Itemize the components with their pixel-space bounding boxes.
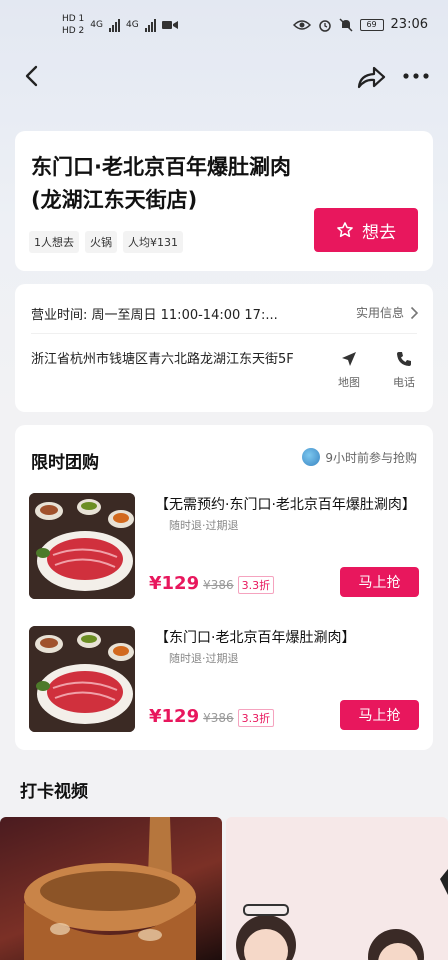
deals-heading: 限时团购 [31, 453, 99, 473]
mute-bell-icon [339, 17, 353, 32]
deal-title: 【东门口·老北京百年爆肚涮肉】 [155, 630, 356, 646]
deal-original-price: ¥386 [203, 711, 234, 725]
videos-heading: 打卡视频 [20, 782, 88, 802]
sim-1-label: HD 1 [62, 14, 85, 24]
group-deals-card: 限时团购 9小时前参与抢购 【无需预约·东门口·老北京百年爆肚涮肉】 随时退·过… [15, 425, 433, 750]
deal-image [29, 493, 135, 599]
status-bar: HD 1 HD 2 4G 4G 69 23:06 [0, 0, 448, 56]
tag-category[interactable]: 火锅 [85, 231, 117, 253]
shop-address[interactable]: 浙江省杭州市钱塘区青六北路龙湖江东天街5F [31, 348, 323, 371]
want-to-go-button[interactable]: 想去 [314, 208, 418, 252]
deal-item[interactable]: 【无需预约·东门口·老北京百年爆肚涮肉】 随时退·过期退 ¥129 ¥386 3… [29, 493, 419, 599]
rush-indicator: 9小时前参与抢购 [302, 448, 417, 466]
shop-title: 东门口·老北京百年爆肚涮肉(龙湖江东天街店) [31, 155, 291, 212]
network-2-label: 4G [126, 20, 139, 30]
buy-now-button[interactable]: 马上抢 [340, 700, 419, 730]
sim-2-label: HD 2 [62, 26, 85, 36]
share-arrow-icon[interactable] [356, 64, 386, 90]
want-to-go-label: 想去 [362, 222, 396, 243]
more-dots-icon[interactable] [402, 64, 430, 88]
chevron-left-icon[interactable] [20, 64, 44, 88]
deal-original-price: ¥386 [203, 578, 234, 592]
navigation-arrow-icon [342, 352, 356, 366]
video-camera-icon [161, 21, 178, 29]
signal-1-icon [109, 18, 120, 32]
video-thumbnail[interactable] [226, 817, 448, 960]
deal-item[interactable]: 【东门口·老北京百年爆肚涮肉】 随时退·过期退 ¥129 ¥386 3.3折 马… [29, 626, 419, 732]
chevron-right-icon [410, 306, 419, 319]
eye-icon [292, 19, 311, 30]
deal-price-row: ¥129 ¥386 3.3折 [149, 706, 275, 727]
phone-button[interactable]: 电话 [384, 346, 424, 390]
video-thumbnail[interactable] [0, 817, 222, 960]
battery-icon: 69 [359, 18, 384, 31]
phone-label: 电话 [393, 376, 415, 389]
network-1-label: 4G [90, 20, 103, 30]
shop-info-card: 营业时间: 周一至周日 11:00-14:00 17:... 实用信息 浙江省杭… [15, 284, 433, 412]
clock: 23:06 [390, 17, 428, 32]
deal-discount-badge: 3.3折 [237, 576, 275, 594]
buy-now-button[interactable]: 马上抢 [340, 567, 419, 597]
deal-refund-policy: 随时退·过期退 [169, 652, 239, 665]
sim-indicators: HD 1 HD 2 [62, 14, 84, 36]
deal-price: ¥129 [149, 706, 200, 727]
practical-info-label: 实用信息 [355, 306, 404, 320]
shop-tags: 1人想去 火锅 人均¥131 [29, 231, 183, 253]
avatar [302, 448, 321, 466]
top-nav [0, 56, 448, 100]
alarm-icon [318, 19, 331, 32]
practical-info-link[interactable]: 实用信息 [356, 304, 419, 321]
deal-price: ¥129 [149, 573, 200, 594]
tag-avg-price: 人均¥131 [123, 231, 183, 253]
shop-header-card: 东门口·老北京百年爆肚涮肉(龙湖江东天街店) 1人想去 火锅 人均¥131 想去 [15, 131, 433, 271]
signal-2-icon [144, 18, 156, 32]
deal-image [29, 626, 135, 732]
deal-title: 【无需预约·东门口·老北京百年爆肚涮肉】 [155, 497, 416, 513]
phone-icon [397, 352, 411, 366]
rush-text: 9小时前参与抢购 [325, 450, 417, 465]
star-outline-icon [337, 222, 353, 238]
business-hours[interactable]: 营业时间: 周一至周日 11:00-14:00 17:... [31, 304, 331, 323]
deal-discount-badge: 3.3折 [237, 709, 275, 727]
tag-want-count: 1人想去 [29, 231, 79, 253]
deal-refund-policy: 随时退·过期退 [169, 519, 239, 532]
divider [31, 333, 417, 334]
map-button[interactable]: 地图 [329, 346, 369, 390]
deal-price-row: ¥129 ¥386 3.3折 [149, 573, 275, 594]
map-label: 地图 [338, 376, 360, 389]
